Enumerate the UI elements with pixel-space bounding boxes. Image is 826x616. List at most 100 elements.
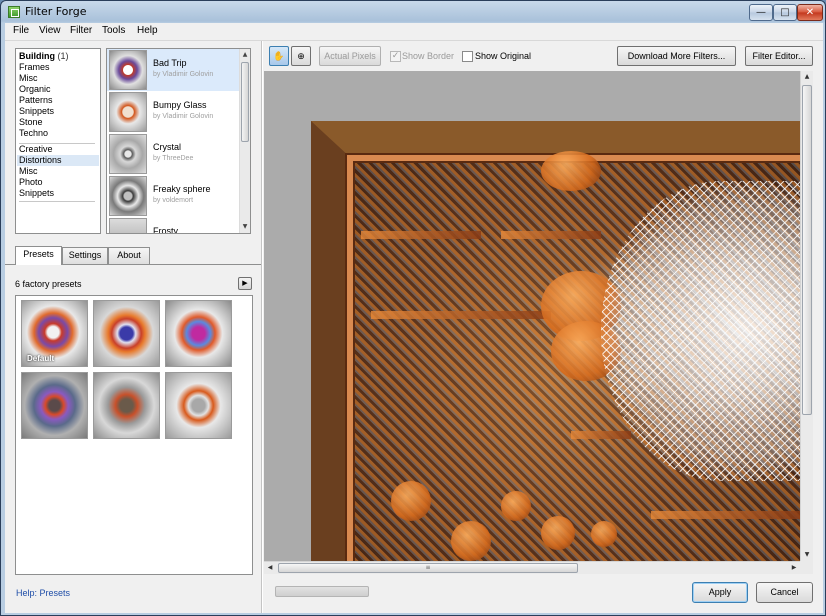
filter-editor-button[interactable]: Filter Editor... [745,46,813,66]
maximize-button[interactable]: □ [773,4,797,21]
tab-about[interactable]: About [108,247,150,264]
category-item-stone[interactable]: Stone [19,117,43,128]
filter-name: Freaky sphere [153,184,211,194]
app-logo-icon [8,6,20,18]
preview-horizontal-scrollbar[interactable]: ◀ ≡ ▶ [264,561,800,574]
preview-vertical-scrollbar[interactable]: ▲ ▼ [800,71,813,561]
preset-label: Default [27,354,55,363]
scrollbar-corner [800,561,813,574]
title-bar: Filter Forge — □ ✕ [1,1,825,23]
category-item-snippets[interactable]: Snippets [19,106,54,117]
play-icon[interactable]: ▶ [238,277,252,290]
texture-stripe [361,231,481,239]
menu-tools[interactable]: Tools [102,25,125,36]
menu-bar: File View Filter Tools Help [5,23,823,41]
category-item-creative[interactable]: Creative [19,144,53,155]
leaf-shape [541,151,601,191]
preset-thumbnail[interactable] [93,372,160,439]
help-presets-link[interactable]: Help: Presets [16,588,70,598]
filter-name: Crystal [153,142,182,152]
minimize-button[interactable]: — [749,4,773,21]
filter-list-scrollbar[interactable]: ▲ ▼ [239,49,250,233]
hand-tool-button[interactable]: ✋ [269,46,289,66]
filter-item[interactable]: Bad Trip by Vladimir Golovin [107,49,239,91]
show-border-checkbox[interactable]: ✓ [390,51,401,62]
menu-view[interactable]: View [39,25,61,36]
category-item-techno[interactable]: Techno [19,128,48,139]
pane-splitter[interactable] [261,41,263,613]
menu-help[interactable]: Help [137,25,158,36]
scroll-right-icon[interactable]: ▶ [788,562,800,574]
preset-thumbnail[interactable] [21,372,88,439]
preset-thumbnail[interactable]: Default [21,300,88,367]
texture-stripe [651,511,801,519]
tab-settings[interactable]: Settings [62,247,108,264]
category-item-organic[interactable]: Organic [19,84,51,95]
scroll-thumb[interactable] [241,62,249,142]
filter-name: Bad Trip [153,58,187,68]
filter-list[interactable]: Bad Trip by Vladimir Golovin Bumpy Glass… [106,48,251,234]
menu-filter[interactable]: Filter [70,25,92,36]
scroll-thumb[interactable] [802,85,812,415]
filter-author: by ThreeDee [153,155,194,162]
filter-thumbnail [109,92,147,132]
filter-item[interactable]: Crystal by ThreeDee [107,133,239,175]
cancel-button[interactable]: Cancel [756,582,813,603]
scroll-up-icon[interactable]: ▲ [240,50,250,60]
leaf-shape [391,481,431,521]
scroll-down-icon[interactable]: ▼ [240,222,250,232]
leaf-shape [541,516,575,550]
scroll-left-icon[interactable]: ◀ [264,562,276,574]
filter-item[interactable]: Frosty [107,217,239,234]
filter-thumbnail [109,50,147,90]
leaf-shape [451,521,491,561]
category-item-photo[interactable]: Photo [19,177,43,188]
presets-grid: Default [15,295,253,575]
show-border-label: Show Border [402,51,455,61]
filter-name: Bumpy Glass [153,100,207,110]
leaf-shape [501,491,531,521]
filter-item[interactable]: Freaky sphere by voldemort [107,175,239,217]
client-area: Building (1) Frames Misc Organic Pattern… [5,41,823,613]
category-item-building[interactable]: Building (1) [19,51,69,62]
preview-canvas[interactable] [264,71,813,574]
zoom-tool-button[interactable]: ⊕ [291,46,311,66]
filter-item[interactable]: Bumpy Glass by Vladimir Golovin [107,91,239,133]
show-original-label: Show Original [475,51,532,61]
actual-pixels-button[interactable]: Actual Pixels [319,46,381,66]
app-window: Filter Forge — □ ✕ File View Filter Tool… [0,0,826,616]
texture-stripe [371,311,551,319]
preview-image [311,121,813,574]
category-item-patterns[interactable]: Patterns [19,95,53,106]
filter-author: by Vladimir Golovin [153,71,214,78]
hand-icon: ✋ [273,51,285,61]
preset-tabs: Presets Settings About [15,246,263,265]
scroll-up-icon[interactable]: ▲ [801,71,813,83]
preset-thumbnail[interactable] [165,300,232,367]
scroll-down-icon[interactable]: ▼ [801,549,813,561]
category-item-snippets-2[interactable]: Snippets [19,188,54,199]
category-item-frames[interactable]: Frames [19,62,50,73]
window-title: Filter Forge [25,5,87,18]
download-more-filters-button[interactable]: Download More Filters... [617,46,736,66]
close-button[interactable]: ✕ [797,4,823,21]
show-original-checkbox[interactable] [462,51,473,62]
category-item-misc-2[interactable]: Misc [19,166,38,177]
filter-author: by Vladimir Golovin [153,113,214,120]
apply-button[interactable]: Apply [692,582,748,603]
scroll-thumb[interactable]: ≡ [278,563,578,573]
presets-count: 6 factory presets [15,279,82,289]
filter-name: Frosty [153,226,179,234]
preset-thumbnail[interactable] [93,300,160,367]
category-divider-2 [19,201,95,202]
menu-file[interactable]: File [13,25,29,36]
preset-thumbnail[interactable] [165,372,232,439]
texture-stripe [501,231,601,239]
category-item-distortions[interactable]: Distortions [19,155,62,166]
tab-presets[interactable]: Presets [15,246,62,265]
texture-stripe [571,431,631,439]
filter-author: by voldemort [153,197,194,204]
category-list[interactable]: Building (1) Frames Misc Organic Pattern… [15,48,101,234]
filter-thumbnail [109,218,147,233]
category-item-misc[interactable]: Misc [19,73,38,84]
